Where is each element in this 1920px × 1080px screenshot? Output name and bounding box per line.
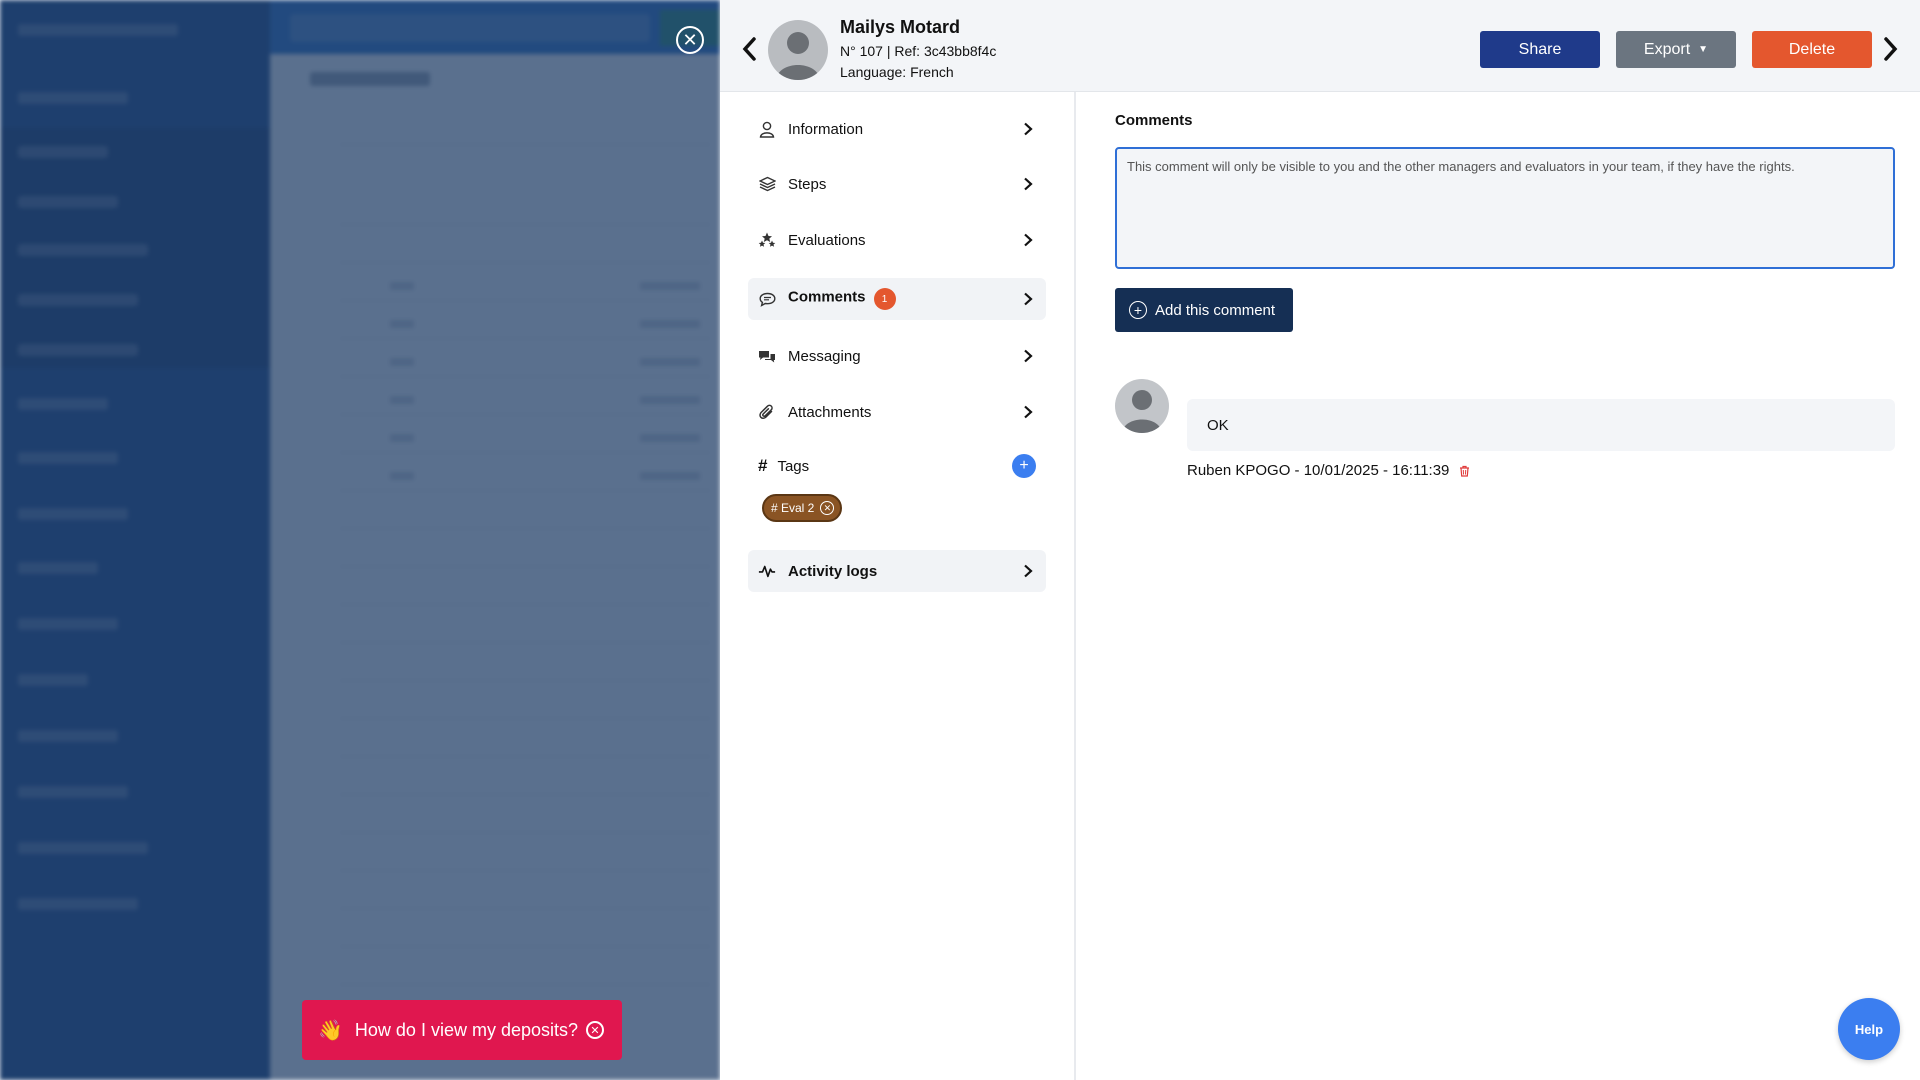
delete-label: Delete (1788, 40, 1836, 58)
commenter-avatar (1115, 379, 1169, 433)
nav-label: Messaging (788, 347, 861, 365)
add-comment-label: Add this comment (1155, 301, 1276, 319)
share-button[interactable]: Share (1480, 31, 1600, 68)
nav-item-evaluations[interactable]: Evaluations (748, 219, 1046, 261)
candidate-language: Language: French (840, 64, 954, 80)
comment-author-date: Ruben KPOGO - 10/01/2025 - 16:11:39 (1187, 462, 1450, 479)
close-icon: ✕ (682, 30, 698, 50)
paperclip-icon (758, 403, 776, 421)
help-toast[interactable]: 👋 How do I view my deposits? ✕ (302, 1000, 622, 1060)
share-label: Share (1518, 40, 1562, 58)
activity-icon (758, 562, 776, 580)
plus-icon: + (1019, 457, 1029, 474)
nav-item-steps[interactable]: Steps (748, 163, 1046, 205)
chat-icon (758, 347, 776, 365)
comments-count-badge: 1 (873, 288, 896, 310)
next-arrow-icon[interactable] (1882, 36, 1900, 69)
nav-label: Evaluations (788, 231, 866, 249)
tag-label: # Eval 2 (771, 501, 815, 515)
toast-close-icon[interactable]: ✕ (586, 1021, 604, 1039)
plus-circle-icon: + (1129, 301, 1147, 319)
delete-button[interactable]: Delete (1752, 31, 1872, 68)
nav-label: Comments (788, 288, 866, 306)
chevron-right-icon (1018, 405, 1038, 419)
section-title: Comments (1115, 112, 1193, 129)
hashtag-icon: # (758, 456, 768, 475)
nav-item-messaging[interactable]: Messaging (748, 335, 1046, 377)
panel-header: Mailys Motard N° 107 | Ref: 3c43bb8f4c L… (720, 0, 1920, 92)
chevron-right-icon (1018, 292, 1038, 306)
comments-section: Comments This comment will only be visib… (1078, 92, 1920, 1080)
nav-item-activity-logs[interactable]: Activity logs (748, 550, 1046, 592)
modal-backdrop[interactable] (0, 0, 720, 1080)
candidate-name: Mailys Motard (840, 17, 961, 37)
trash-icon[interactable] (1459, 465, 1470, 477)
detail-navigation: Information Steps Evaluations Comments 1 … (720, 92, 1076, 1080)
tag-chip: # Eval 2 ✕ (762, 494, 843, 522)
chevron-right-icon (1018, 233, 1038, 247)
wave-icon: 👋 (318, 1019, 343, 1042)
comment-meta: Ruben KPOGO - 10/01/2025 - 16:11:39 (1187, 462, 1470, 479)
nav-item-comments[interactable]: Comments 1 (748, 278, 1046, 320)
nav-label: Steps (788, 175, 827, 193)
chevron-right-icon (1018, 349, 1038, 363)
remove-tag-icon[interactable]: ✕ (820, 501, 835, 515)
comment-icon (758, 290, 776, 308)
nav-item-information[interactable]: Information (748, 108, 1046, 150)
deposit-detail-panel: Mailys Motard N° 107 | Ref: 3c43bb8f4c L… (720, 0, 1920, 1080)
comment-bubble: OK (1187, 399, 1895, 451)
chevron-right-icon (1018, 564, 1038, 578)
nav-label: Activity logs (788, 562, 878, 580)
avatar (768, 20, 828, 80)
export-label: Export (1643, 40, 1691, 58)
previous-arrow-icon[interactable] (740, 36, 758, 69)
tags-heading: # Tags (758, 456, 809, 476)
toast-text[interactable]: How do I view my deposits? (355, 1020, 586, 1041)
add-tag-button[interactable]: + (1012, 454, 1036, 478)
comment-textarea[interactable]: This comment will only be visible to you… (1115, 147, 1895, 269)
export-button[interactable]: Export ▼ (1616, 31, 1736, 68)
chevron-right-icon (1018, 177, 1038, 191)
background-app (0, 0, 720, 1080)
candidate-reference: N° 107 | Ref: 3c43bb8f4c (840, 43, 997, 59)
nav-label: Attachments (788, 403, 872, 421)
user-icon (758, 120, 776, 138)
chevron-right-icon (1018, 122, 1038, 136)
help-label: Help (1854, 1021, 1884, 1037)
stars-icon (758, 231, 776, 249)
help-button[interactable]: Help (1838, 998, 1900, 1060)
close-panel-button[interactable]: ✕ (676, 26, 704, 54)
comment-text: OK (1207, 416, 1229, 434)
nav-label: Information (788, 120, 864, 138)
layers-icon (758, 175, 776, 193)
add-comment-button[interactable]: + Add this comment (1115, 288, 1293, 332)
tags-label: Tags (777, 457, 810, 475)
caret-down-icon: ▼ (1698, 44, 1709, 55)
nav-item-attachments[interactable]: Attachments (748, 391, 1046, 433)
